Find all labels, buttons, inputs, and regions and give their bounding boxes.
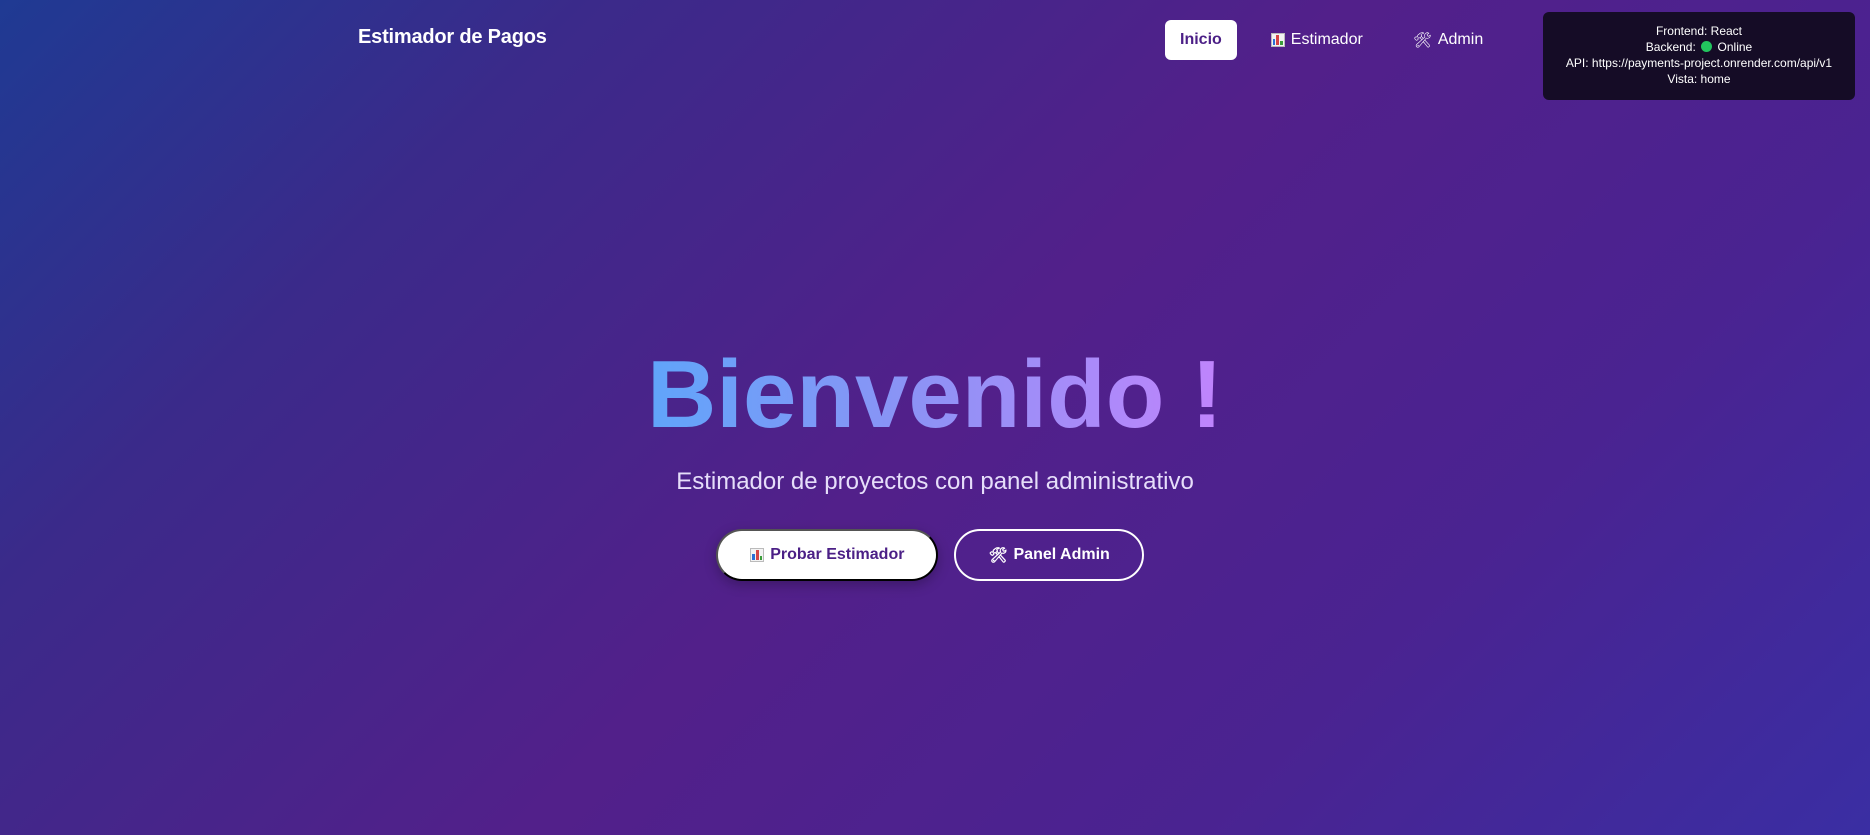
nav-link-label: Estimador (1290, 31, 1363, 48)
bar-chart-icon (750, 548, 765, 562)
hero-subtitle: Estimador de proyectos con panel adminis… (676, 468, 1194, 495)
backend-info: Backend: Online (1547, 39, 1851, 55)
hero-actions: Probar Estimador 🛠 Panel Admin (0, 529, 1870, 581)
try-estimator-button[interactable]: Probar Estimador (716, 529, 939, 581)
hero-section: Bienvenido ! Estimador de proyectos con … (0, 340, 1870, 581)
online-status-dot-icon (1701, 41, 1713, 52)
nav-link-inicio[interactable]: Inicio (1165, 20, 1237, 60)
debug-status-panel: Frontend: React Backend: Online API: htt… (1543, 12, 1855, 100)
backend-status: Online (1717, 40, 1753, 54)
bar-chart-icon (1270, 33, 1285, 47)
nav-link-label: Admin (1437, 31, 1484, 48)
admin-panel-label: Panel Admin (1013, 546, 1110, 563)
nav-links: Inicio Estimador 🛠 Admin (1165, 20, 1499, 60)
hammer-wrench-icon: 🛠 (988, 546, 1008, 564)
nav-link-estimador[interactable]: Estimador (1255, 20, 1379, 60)
nav-link-label: Inicio (1180, 31, 1222, 48)
brand-logo-text[interactable]: Estimador de Pagos (358, 26, 547, 49)
view-info: Vista: home (1667, 72, 1731, 86)
api-info: API: https://payments-project.onrender.c… (1565, 56, 1833, 70)
admin-panel-button[interactable]: 🛠 Panel Admin (954, 529, 1144, 581)
frontend-info: Frontend: React (1655, 24, 1743, 38)
nav-link-admin[interactable]: 🛠 Admin (1397, 20, 1499, 60)
backend-label: Backend: (1645, 40, 1696, 54)
try-estimator-label: Probar Estimador (770, 546, 905, 563)
hammer-wrench-icon: 🛠 (1412, 31, 1432, 49)
hero-title: Bienvenido ! (646, 341, 1224, 448)
